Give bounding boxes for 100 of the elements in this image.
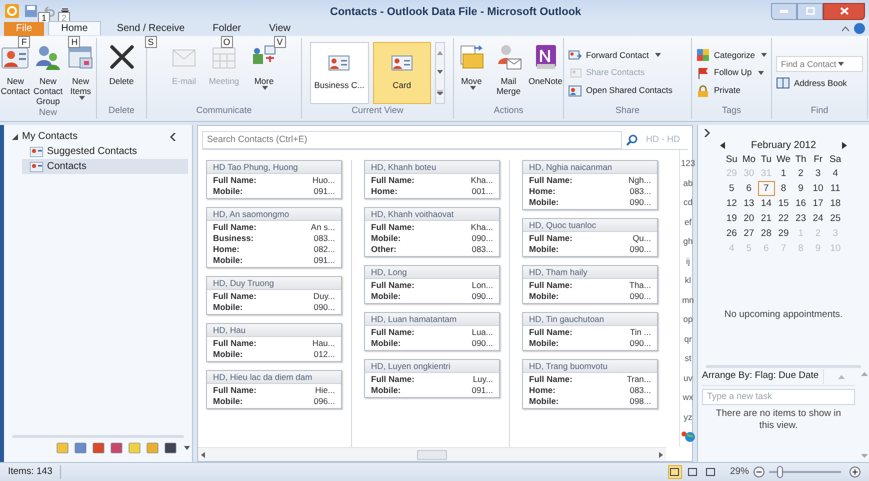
index-button[interactable]: 123 — [680, 154, 696, 174]
calendar-day[interactable]: 28 — [758, 226, 775, 241]
find-contact-field[interactable]: Find a Contact — [776, 56, 863, 72]
calendar-day[interactable]: 12 — [723, 196, 740, 211]
index-button[interactable]: uv — [684, 368, 692, 388]
calendar-day[interactable]: 8 — [774, 181, 792, 196]
maximize-button[interactable] — [797, 2, 823, 20]
calendar-day[interactable]: 15 — [774, 196, 792, 211]
index-button[interactable]: gh — [683, 232, 693, 252]
index-button[interactable]: ab — [683, 174, 693, 193]
calendar-day[interactable]: 21 — [758, 211, 775, 226]
scroll-up-icon[interactable] — [860, 372, 868, 376]
minimize-ribbon-icon[interactable] — [841, 26, 850, 32]
calendar-day[interactable]: 6 — [740, 181, 758, 196]
calendar-day[interactable]: 24 — [809, 211, 827, 226]
calendar-day[interactable]: 17 — [809, 196, 827, 211]
tree-header[interactable]: My Contacts — [12, 129, 78, 144]
contact-card[interactable]: HD, An saomongmo Full Name: An s... Business: 083... Home: 082... Mobile: 091... — [206, 207, 342, 268]
collapse-pane-icon[interactable] — [170, 132, 176, 140]
zoom-slider-thumb[interactable] — [776, 466, 783, 478]
ribbon-button[interactable]: Delete — [102, 38, 140, 86]
ribbon-button[interactable]: OneNote — [528, 38, 563, 86]
index-button[interactable]: wx — [682, 388, 694, 408]
calendar-day[interactable]: 23 — [792, 211, 810, 226]
calendar-day[interactable]: 16 — [792, 196, 810, 211]
calendar-day[interactable]: 4 — [826, 166, 844, 181]
ribbon-button[interactable]: Private — [696, 84, 767, 97]
close-button[interactable] — [823, 2, 865, 20]
index-button[interactable]: kl — [684, 271, 692, 290]
contact-card[interactable]: HD, Luan hamatantam Full Name: Lua... Mobile: 090... — [364, 312, 500, 351]
index-button[interactable]: op — [683, 310, 693, 330]
ribbon-tab[interactable]: Folder — [200, 22, 253, 36]
contacts-globe-icon[interactable] — [680, 429, 696, 443]
zoom-out-icon[interactable] — [753, 466, 765, 478]
contact-card[interactable]: HD, Long Full Name: Lon... Mobile: 090... — [364, 265, 500, 304]
next-month-icon[interactable] — [842, 142, 847, 149]
calendar-day[interactable]: 26 — [723, 226, 740, 241]
calendar-day[interactable]: 2 — [792, 166, 810, 181]
contact-card[interactable]: HD, Khanh boteu Full Name: Kha... Home: 001... — [364, 160, 500, 199]
ribbon-button[interactable]: New Contact Group — [32, 38, 64, 106]
module-icon[interactable] — [92, 442, 105, 454]
module-icon[interactable] — [110, 442, 123, 454]
calendar-day[interactable]: 7 — [758, 181, 775, 196]
index-button[interactable]: st — [684, 349, 692, 368]
ribbon-tab[interactable]: Send / Receive — [104, 22, 197, 36]
zoom-in-icon[interactable] — [849, 466, 861, 478]
arrange-by-label[interactable]: Arrange By: Flag: Due Date — [702, 369, 824, 384]
calendar-day[interactable]: 1 — [774, 166, 792, 181]
view-button[interactable] — [668, 465, 682, 479]
help-icon[interactable] — [854, 23, 865, 34]
save-icon[interactable] — [24, 4, 38, 18]
index-button[interactable]: yz — [684, 408, 692, 427]
calendar-day[interactable]: 5 — [723, 181, 740, 196]
contact-card[interactable]: HD, Tin gauchutoan Full Name: Tin ... Mobile: 090... — [522, 312, 658, 351]
horizontal-scrollbar[interactable] — [198, 447, 666, 461]
calendar-day[interactable]: 10 — [809, 181, 827, 196]
contact-card[interactable]: HD, Tham haily Full Name: Tha... Mobile: 090... — [522, 265, 658, 304]
search-icon[interactable] — [626, 134, 638, 146]
calendar-day[interactable]: 27 — [740, 226, 758, 241]
index-button[interactable]: mn — [682, 290, 694, 310]
gallery-scroll[interactable] — [435, 42, 445, 104]
view-button[interactable] — [686, 465, 700, 479]
ribbon-button[interactable]: Categorize — [696, 48, 767, 62]
calendar-day[interactable]: 9 — [792, 181, 810, 196]
calendar-day[interactable]: 14 — [758, 196, 775, 211]
expand-pane-icon[interactable] — [704, 129, 710, 137]
calendar-day[interactable]: 18 — [826, 196, 844, 211]
module-icon[interactable] — [164, 442, 177, 454]
contact-card[interactable]: HD, Trang buomvotu Full Name: Tran... Home: 083... Mobile: 098... — [522, 359, 658, 409]
folder-item[interactable]: Suggested Contacts — [22, 144, 188, 159]
folder-item[interactable]: Contacts — [22, 159, 188, 174]
view-option[interactable]: Business C... — [310, 42, 369, 104]
index-button[interactable]: qr — [684, 330, 692, 349]
contact-card[interactable]: HD Tao Phung, Huong Full Name: Huo... Mobile: 091... — [206, 160, 342, 199]
contact-card[interactable]: HD, Khanh voithaovat Full Name: Kha... Mobile: 090... Other: 083... — [364, 207, 500, 257]
scroll-down-icon[interactable] — [860, 454, 868, 458]
calendar-day[interactable]: 22 — [774, 211, 792, 226]
contact-card[interactable]: HD, Luyen ongkientri Full Name: Luy... Mobile: 091... — [364, 359, 500, 398]
calendar-day[interactable]: 19 — [723, 211, 740, 226]
ribbon-button[interactable]: Mail Merge — [491, 38, 526, 96]
ribbon-button[interactable]: Open Shared Contacts — [568, 84, 687, 97]
calendar-day[interactable]: 11 — [826, 181, 844, 196]
scroll-thumb[interactable] — [417, 450, 447, 460]
calendar-day[interactable]: 29 — [774, 226, 792, 241]
previous-month-icon[interactable] — [720, 142, 725, 149]
calendar-day[interactable]: 20 — [740, 211, 758, 226]
app-logo-icon[interactable] — [4, 3, 20, 19]
contact-card[interactable]: HD, Hieu lac da diem dam Full Name: Hie... Mobile: 096... — [206, 370, 342, 409]
contact-card[interactable]: HD, Nghia naicanman Full Name: Ngh... Home: 083... Mobile: 090... — [522, 160, 658, 210]
contact-card[interactable]: HD, Duy Truong Full Name: Duy... Mobile: 090... — [206, 276, 342, 315]
view-button[interactable] — [704, 465, 718, 479]
index-button[interactable]: cd — [684, 193, 692, 212]
index-button[interactable]: ef — [684, 212, 692, 232]
calendar-day[interactable]: 13 — [740, 196, 758, 211]
minimize-button[interactable] — [771, 2, 797, 20]
index-button[interactable]: ij — [686, 252, 690, 271]
contact-card[interactable]: HD, Hau Full Name: Hau... Mobile: 012... — [206, 323, 342, 362]
ribbon-button[interactable]: Address Book — [776, 76, 863, 90]
view-option[interactable]: Card — [372, 42, 432, 104]
ribbon-button[interactable]: Follow Up — [696, 66, 767, 80]
